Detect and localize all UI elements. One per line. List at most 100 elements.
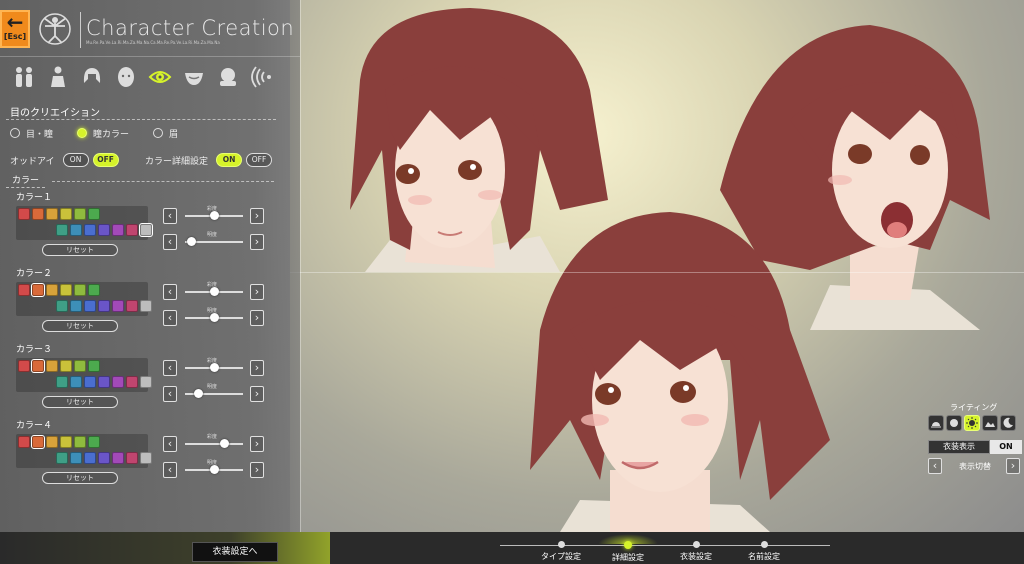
saturation-increase-button[interactable]: ›	[250, 436, 264, 452]
color-swatch[interactable]	[140, 300, 152, 312]
color-swatch[interactable]	[74, 284, 86, 296]
color-swatch[interactable]	[18, 436, 30, 448]
reset-button[interactable]: リセット	[42, 396, 118, 408]
color-swatch[interactable]	[112, 224, 124, 236]
saturation-increase-button[interactable]: ›	[250, 284, 264, 300]
color-swatch[interactable]	[84, 224, 96, 236]
color-swatch[interactable]	[60, 436, 72, 448]
brightness-increase-button[interactable]: ›	[250, 234, 264, 250]
color-swatch[interactable]	[74, 436, 86, 448]
slider-knob[interactable]	[187, 237, 197, 246]
color-swatch[interactable]	[18, 360, 30, 372]
color-swatch[interactable]	[98, 300, 110, 312]
tab-voice[interactable]	[248, 62, 276, 92]
brightness-decrease-button[interactable]: ‹	[163, 462, 177, 478]
color-swatch[interactable]	[88, 436, 100, 448]
tab-eyes[interactable]	[146, 62, 174, 92]
saturation-decrease-button[interactable]: ‹	[163, 284, 177, 300]
lighting-moon-button[interactable]	[1000, 415, 1016, 431]
color-swatch[interactable]	[70, 452, 82, 464]
saturation-decrease-button[interactable]: ‹	[163, 436, 177, 452]
color-swatch[interactable]	[31, 359, 45, 373]
color-swatch[interactable]	[126, 452, 138, 464]
costume-display-toggle[interactable]: 衣装表示 ON	[928, 440, 1022, 454]
odd-eye-off-button[interactable]: OFF	[92, 153, 119, 167]
slider-knob[interactable]	[193, 389, 203, 398]
odd-eye-on-button[interactable]: ON	[62, 153, 89, 167]
reset-button[interactable]: リセット	[42, 244, 118, 256]
color-swatch[interactable]	[60, 284, 72, 296]
saturation-slider[interactable]: 彩度	[185, 206, 243, 224]
color-swatch[interactable]	[84, 300, 96, 312]
tab-mouth[interactable]	[180, 62, 208, 92]
saturation-decrease-button[interactable]: ‹	[163, 360, 177, 376]
color-swatch[interactable]	[60, 208, 72, 220]
color-swatch[interactable]	[56, 224, 68, 236]
color-swatch[interactable]	[112, 376, 124, 388]
color-swatch[interactable]	[126, 300, 138, 312]
color-swatch[interactable]	[70, 376, 82, 388]
color-swatch[interactable]	[126, 376, 138, 388]
saturation-increase-button[interactable]: ›	[250, 360, 264, 376]
color-detail-on-button[interactable]: ON	[216, 153, 243, 167]
color-swatch[interactable]	[56, 300, 68, 312]
brightness-slider[interactable]: 明度	[185, 460, 243, 478]
color-swatch[interactable]	[60, 360, 72, 372]
color-swatch[interactable]	[74, 360, 86, 372]
color-swatch[interactable]	[98, 452, 110, 464]
brightness-slider[interactable]: 明度	[185, 384, 243, 402]
color-swatch[interactable]	[32, 208, 44, 220]
brightness-decrease-button[interactable]: ‹	[163, 386, 177, 402]
color-swatch[interactable]	[84, 452, 96, 464]
reset-button[interactable]: リセット	[42, 320, 118, 332]
step-type[interactable]: タイプ設定	[526, 541, 596, 562]
color-swatch[interactable]	[46, 208, 58, 220]
color-swatch[interactable]	[139, 223, 153, 237]
color-swatch[interactable]	[46, 360, 58, 372]
color-swatch[interactable]	[88, 284, 100, 296]
saturation-increase-button[interactable]: ›	[250, 208, 264, 224]
lighting-dim-button[interactable]	[946, 415, 962, 431]
color-swatch[interactable]	[140, 452, 152, 464]
brightness-decrease-button[interactable]: ‹	[163, 310, 177, 326]
color-swatch[interactable]	[126, 224, 138, 236]
slider-knob[interactable]	[209, 313, 219, 322]
radio-eye-pupil[interactable]: 目・瞳	[10, 126, 53, 140]
tab-makeup[interactable]	[214, 62, 242, 92]
color-swatch[interactable]	[88, 360, 100, 372]
color-swatch[interactable]	[70, 300, 82, 312]
color-swatch[interactable]	[140, 376, 152, 388]
lighting-sun-button[interactable]	[964, 415, 980, 431]
brightness-slider[interactable]: 明度	[185, 232, 243, 250]
saturation-slider[interactable]: 彩度	[185, 358, 243, 376]
radio-pupil-color[interactable]: 瞳カラー	[77, 126, 129, 140]
color-detail-off-button[interactable]: OFF	[246, 153, 273, 167]
tab-face[interactable]	[112, 62, 140, 92]
color-swatch[interactable]	[46, 436, 58, 448]
saturation-slider[interactable]: 彩度	[185, 282, 243, 300]
color-swatch[interactable]	[46, 284, 58, 296]
to-costume-button[interactable]: 衣装設定へ	[192, 542, 278, 562]
lighting-sunset-button[interactable]	[982, 415, 998, 431]
lighting-sunrise-button[interactable]	[928, 415, 944, 431]
color-swatch[interactable]	[31, 283, 45, 297]
brightness-increase-button[interactable]: ›	[250, 310, 264, 326]
brightness-slider[interactable]: 明度	[185, 308, 243, 326]
color-swatch[interactable]	[112, 300, 124, 312]
color-swatch[interactable]	[18, 284, 30, 296]
back-button[interactable]: ← [Esc]	[0, 10, 30, 48]
color-swatch[interactable]	[88, 208, 100, 220]
tab-body[interactable]	[44, 62, 72, 92]
color-swatch[interactable]	[31, 435, 45, 449]
reset-button[interactable]: リセット	[42, 472, 118, 484]
slider-knob[interactable]	[220, 439, 230, 448]
slider-knob[interactable]	[209, 211, 219, 220]
color-swatch[interactable]	[84, 376, 96, 388]
step-costume[interactable]: 衣装設定	[661, 541, 731, 562]
color-swatch[interactable]	[56, 376, 68, 388]
saturation-slider[interactable]: 彩度	[185, 434, 243, 452]
color-swatch[interactable]	[18, 208, 30, 220]
step-detail[interactable]: 詳細設定	[593, 541, 663, 563]
display-next-button[interactable]: ›	[1006, 458, 1020, 474]
slider-knob[interactable]	[209, 363, 219, 372]
